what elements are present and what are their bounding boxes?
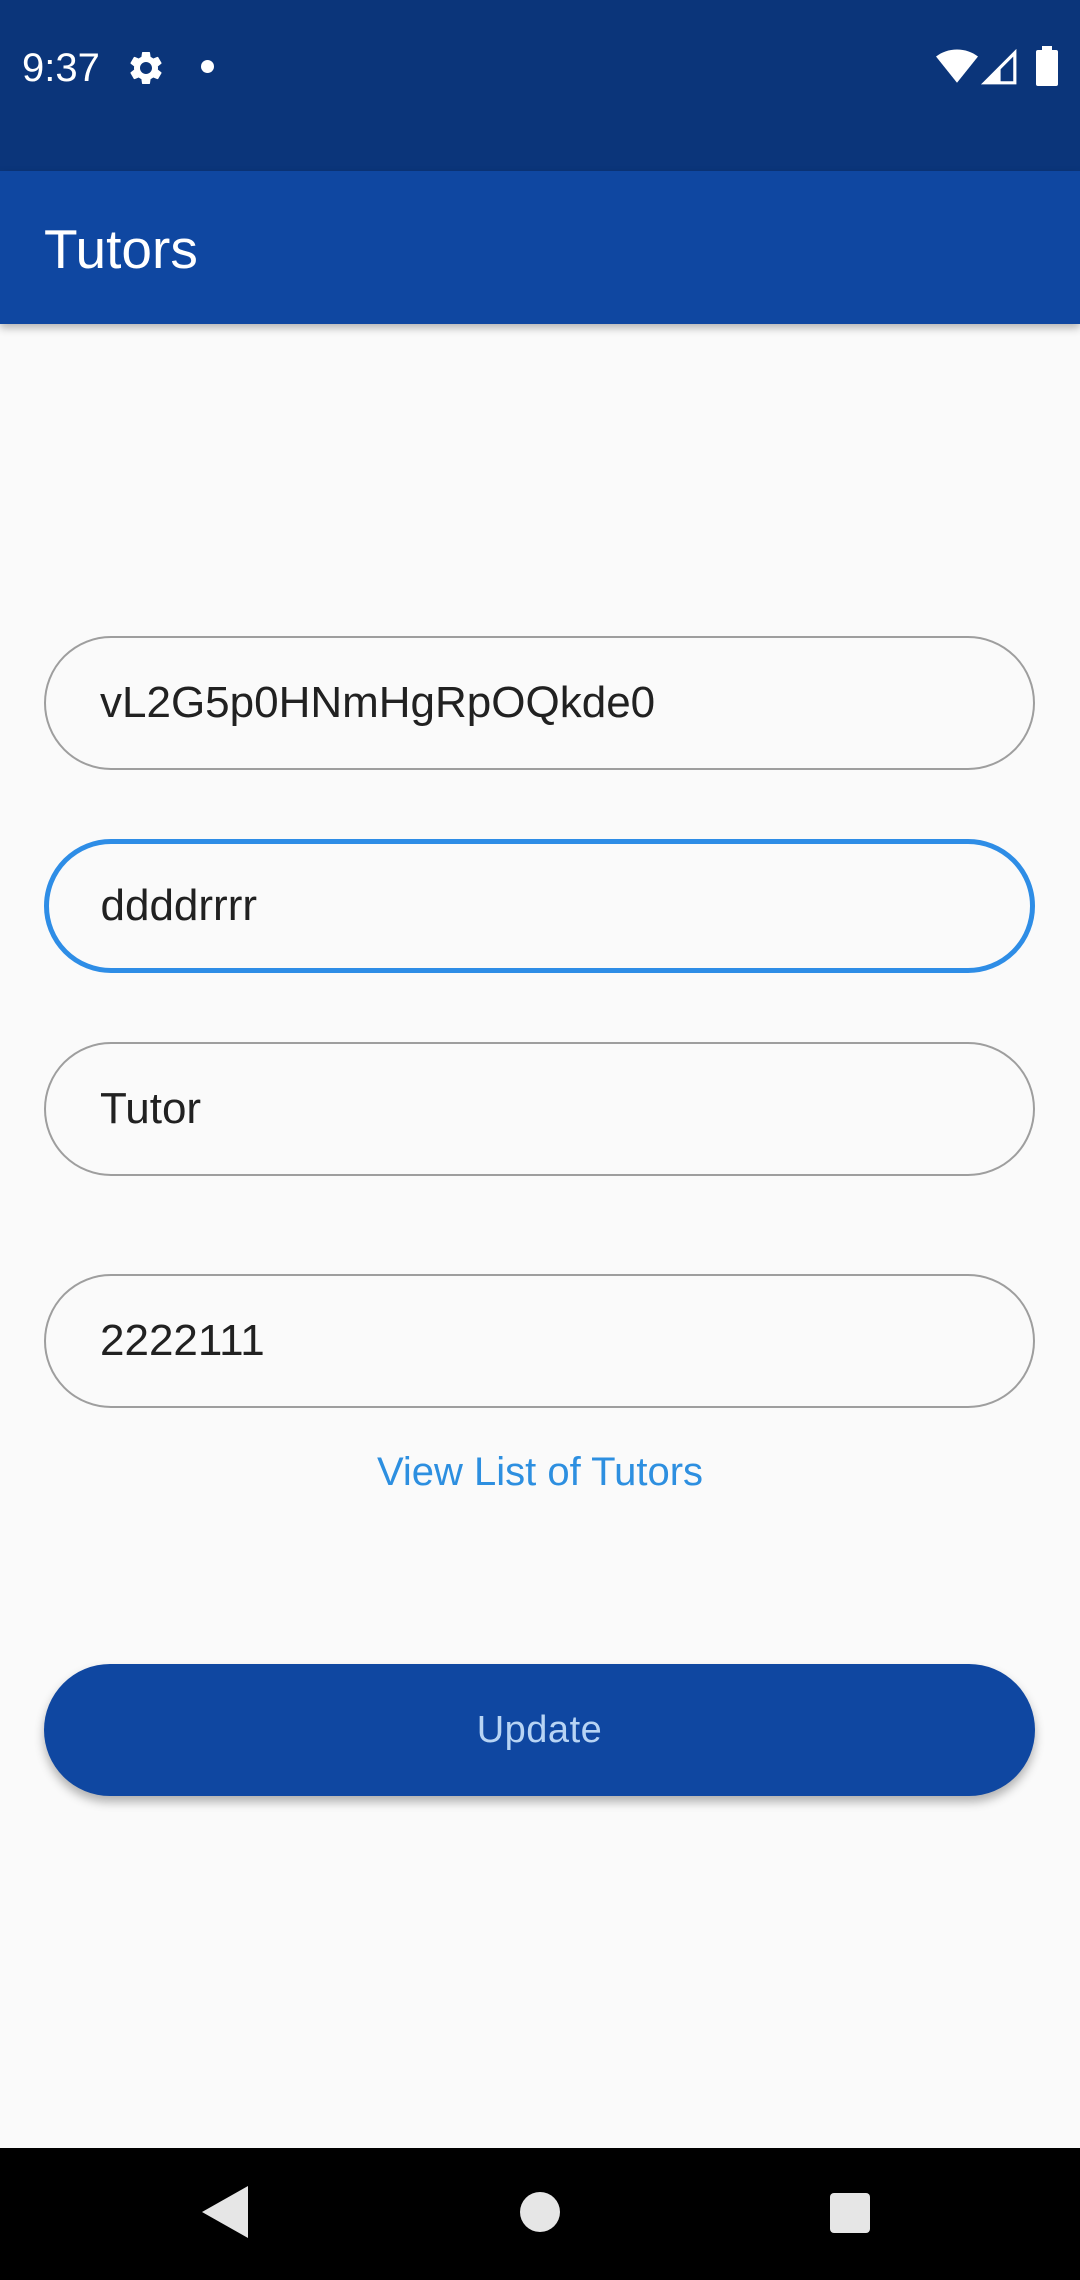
status-time: 9:37 [22, 46, 100, 90]
app-bar: Tutors [0, 171, 1080, 324]
view-tutors-link[interactable]: View List of Tutors [0, 1448, 1080, 1496]
status-bar: 9:37 [0, 0, 1080, 171]
notification-dot-icon [201, 60, 214, 73]
tutor-role-field[interactable] [44, 1042, 1035, 1176]
navigation-bar [0, 2148, 1080, 2280]
update-button[interactable]: Update [44, 1664, 1035, 1796]
tutor-phone-field[interactable] [44, 1274, 1035, 1408]
back-icon[interactable] [202, 2186, 248, 2238]
home-icon[interactable] [520, 2192, 560, 2232]
tutor-id-field[interactable] [44, 636, 1035, 770]
battery-icon [1036, 46, 1058, 86]
gear-icon [130, 51, 162, 84]
signal-icon [980, 48, 1017, 85]
page-title: Tutors [44, 218, 198, 280]
tutor-name-field[interactable] [44, 839, 1035, 973]
recents-icon[interactable] [830, 2193, 870, 2233]
wifi-icon [936, 49, 978, 83]
